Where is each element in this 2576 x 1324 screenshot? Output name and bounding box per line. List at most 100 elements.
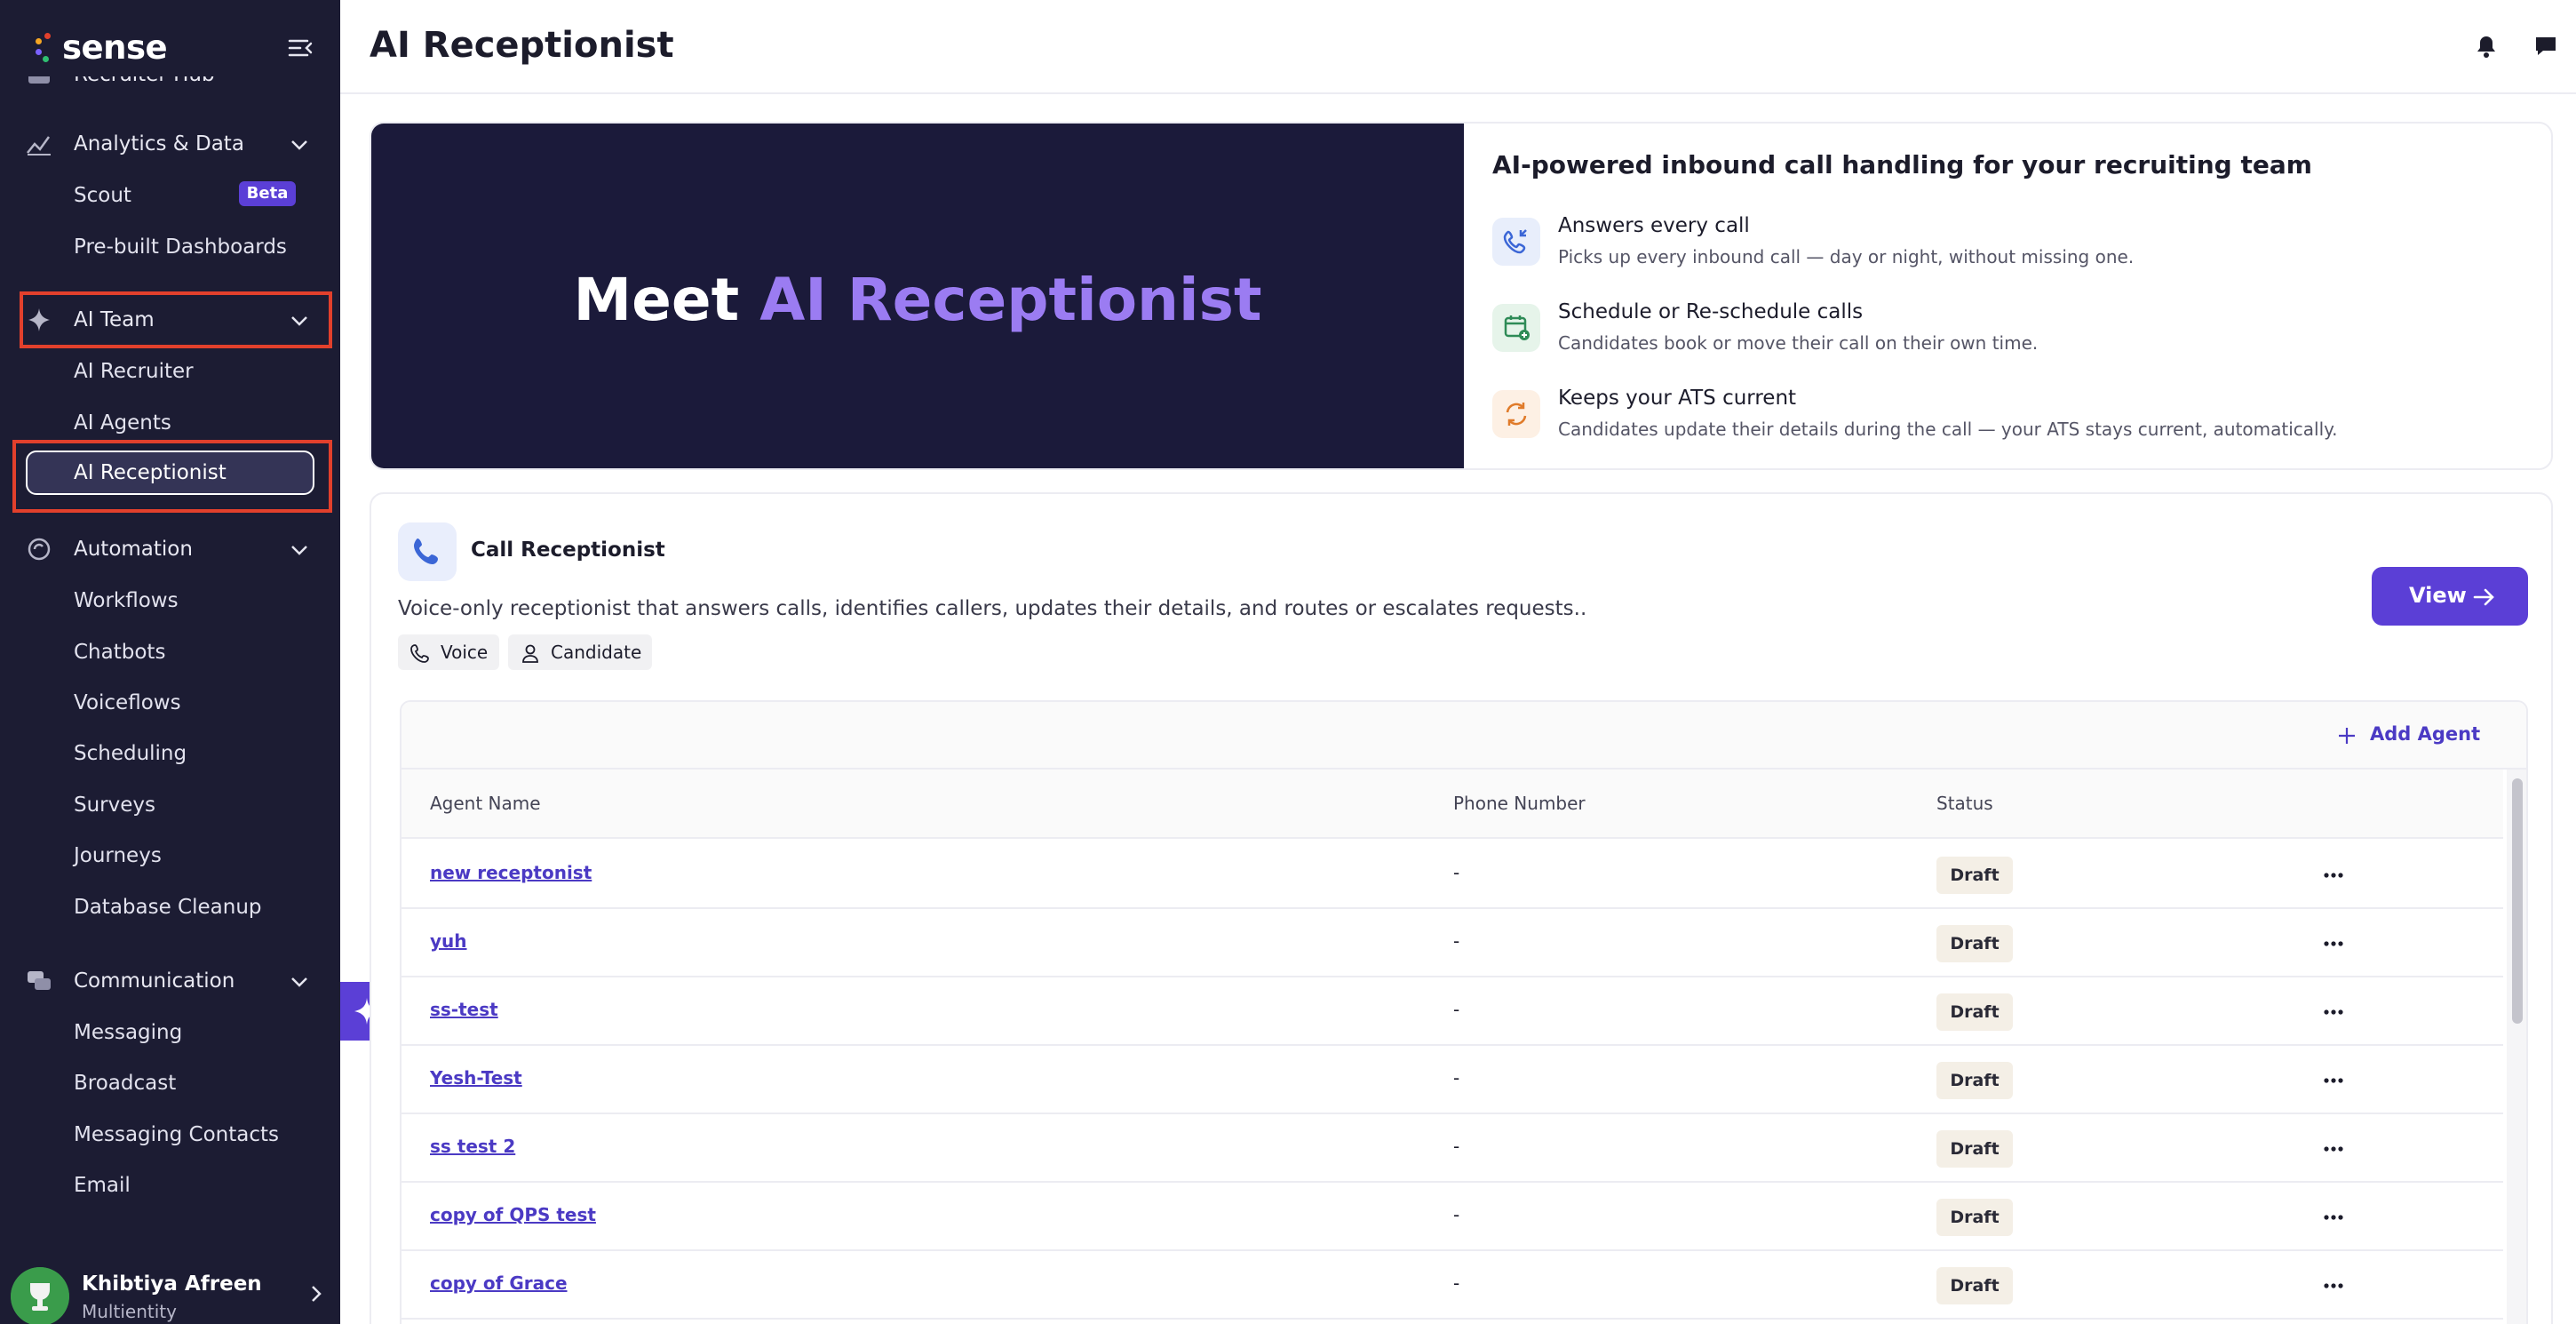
- call-receptionist-card: Call Receptionist Voice-only receptionis…: [370, 492, 2553, 1324]
- sidebar-item-recruiter-hub[interactable]: Recruiter Hub: [0, 76, 340, 100]
- table-row: copy of Grace - Draft: [402, 1251, 2503, 1320]
- phone-number: -: [1453, 1067, 1460, 1089]
- sidebar-group-automation[interactable]: Automation: [0, 524, 340, 574]
- bell-icon[interactable]: [2474, 34, 2499, 59]
- phone-number: -: [1453, 999, 1460, 1020]
- phone-icon: [410, 644, 429, 663]
- phone-number: -: [1453, 1204, 1460, 1225]
- status-badge: Draft: [1936, 1062, 2013, 1099]
- hero-heading: AI-powered inbound call handling for you…: [1492, 150, 2312, 179]
- sidebar-item-broadcast[interactable]: Broadcast: [74, 1065, 176, 1101]
- sync-icon: [1492, 390, 1540, 438]
- tag-voice: Voice: [398, 634, 499, 670]
- status-badge: Draft: [1936, 1130, 2013, 1168]
- sidebar-group-communication[interactable]: Communication: [0, 956, 340, 1006]
- sidebar-item-journeys[interactable]: Journeys: [74, 838, 162, 873]
- more-options-icon[interactable]: [2320, 930, 2347, 957]
- phone-number: -: [1453, 1272, 1460, 1294]
- agent-name-link[interactable]: Yesh-Test: [430, 1067, 522, 1089]
- more-options-icon[interactable]: [2320, 1136, 2347, 1162]
- more-options-icon[interactable]: [2320, 1272, 2347, 1299]
- table-scrollbar[interactable]: [2507, 770, 2526, 1324]
- sidebar-group-analytics[interactable]: Analytics & Data: [0, 119, 340, 169]
- sidebar-item-surveys[interactable]: Surveys: [74, 787, 155, 823]
- more-options-icon[interactable]: [2320, 999, 2347, 1025]
- sparkle-icon: [28, 308, 50, 331]
- sidebar-item-email[interactable]: Email: [74, 1168, 131, 1203]
- phone-icon: [398, 522, 457, 581]
- agent-name-link[interactable]: copy of Grace: [430, 1272, 568, 1294]
- logo-mark-icon: [32, 29, 57, 65]
- table-row: ss test 2 - Draft: [402, 1114, 2503, 1183]
- agent-name-link[interactable]: ss test 2: [430, 1136, 515, 1157]
- hub-icon: [28, 76, 50, 84]
- column-phone-number[interactable]: Phone Number: [1453, 793, 1586, 814]
- sidebar-item-database-cleanup[interactable]: Database Cleanup: [74, 889, 262, 925]
- chevron-down-icon: [291, 546, 307, 555]
- sidebar-item-messaging[interactable]: Messaging: [74, 1015, 182, 1050]
- chevron-down-icon: [291, 140, 307, 150]
- sidebar-item-ai-agents[interactable]: AI Agents: [74, 405, 171, 441]
- sidebar-item-prebuilt-dashboards[interactable]: Pre-built Dashboards: [74, 229, 287, 265]
- plus-icon: [2339, 728, 2355, 744]
- user-profile[interactable]: Khibtiya Afreen Multientity: [0, 1264, 340, 1324]
- beta-badge: Beta: [239, 181, 296, 206]
- sidebar-item-chatbots[interactable]: Chatbots: [74, 634, 165, 670]
- incoming-call-icon: [1492, 218, 1540, 266]
- more-options-icon[interactable]: [2320, 1204, 2347, 1231]
- view-button[interactable]: View: [2372, 567, 2528, 626]
- automation-icon: [28, 538, 51, 561]
- feature-answers-every-call: Answers every call Picks up every inboun…: [1492, 211, 2514, 282]
- agent-name-link[interactable]: new receptonist: [430, 862, 592, 883]
- phone-number: -: [1453, 930, 1460, 952]
- brand-name: sense: [62, 28, 168, 67]
- sidebar-item-ai-recruiter[interactable]: AI Recruiter: [74, 354, 194, 389]
- status-badge: Draft: [1936, 993, 2013, 1031]
- collapse-sidebar-icon[interactable]: [286, 34, 314, 62]
- table-toolbar: Add Agent: [402, 702, 2526, 770]
- feature-keeps-ats-current: Keeps your ATS current Candidates update…: [1492, 383, 2514, 454]
- sidebar-item-scheduling[interactable]: Scheduling: [74, 736, 187, 771]
- table-row: Yesh-Test - Draft: [402, 1046, 2503, 1114]
- card-title: Call Receptionist: [471, 538, 665, 562]
- scrollbar-thumb[interactable]: [2512, 778, 2523, 1024]
- sidebar-item-messaging-contacts[interactable]: Messaging Contacts: [74, 1117, 279, 1153]
- analytics-icon: [27, 136, 51, 156]
- more-options-icon[interactable]: [2320, 862, 2347, 889]
- agent-name-link[interactable]: ss-test: [430, 999, 498, 1020]
- brand-logo[interactable]: sense: [32, 25, 168, 69]
- sidebar-item-voiceflows[interactable]: Voiceflows: [74, 685, 181, 721]
- sidebar-nav: Recruiter Hub Analytics & Data Scout Pre…: [0, 76, 340, 1267]
- chevron-down-icon: [291, 316, 307, 326]
- column-status[interactable]: Status: [1936, 793, 1993, 814]
- chat-bubbles-icon: [28, 971, 51, 990]
- sidebar-item-ai-receptionist[interactable]: AI Receptionist: [26, 451, 314, 495]
- table-header: Agent Name Phone Number Status: [402, 770, 2503, 839]
- sidebar-item-scout[interactable]: Scout: [74, 178, 131, 213]
- user-org: Multientity: [82, 1301, 177, 1322]
- status-badge: Draft: [1936, 1199, 2013, 1236]
- add-agent-button[interactable]: Add Agent: [2339, 723, 2480, 745]
- table-row: new receptonist - Draft: [402, 841, 2503, 909]
- hero-dark-panel: Meet AI Receptionist: [371, 124, 1464, 468]
- agent-name-link[interactable]: copy of QPS test: [430, 1204, 596, 1225]
- more-options-icon[interactable]: [2320, 1067, 2347, 1094]
- phone-number: -: [1453, 862, 1460, 883]
- table-row: ss-test - Draft: [402, 977, 2503, 1046]
- chat-icon[interactable]: [2533, 34, 2558, 59]
- feature-schedule-calls: Schedule or Re-schedule calls Candidates…: [1492, 297, 2514, 368]
- sidebar-group-ai-team[interactable]: AI Team: [0, 295, 340, 345]
- top-bar: AI Receptionist: [340, 0, 2576, 94]
- status-badge: Draft: [1936, 925, 2013, 962]
- hero-title: Meet AI Receptionist: [573, 266, 1262, 334]
- person-icon: [522, 644, 538, 663]
- chevron-right-icon[interactable]: [306, 1283, 327, 1304]
- calendar-add-icon: [1492, 304, 1540, 352]
- column-agent-name[interactable]: Agent Name: [430, 793, 541, 814]
- hero-features: AI-powered inbound call handling for you…: [1492, 150, 2338, 440]
- phone-number: -: [1453, 1136, 1460, 1157]
- agent-name-link[interactable]: yuh: [430, 930, 467, 952]
- user-name: Khibtiya Afreen: [82, 1272, 262, 1296]
- page-title: AI Receptionist: [370, 25, 674, 66]
- sidebar-item-workflows[interactable]: Workflows: [74, 583, 179, 618]
